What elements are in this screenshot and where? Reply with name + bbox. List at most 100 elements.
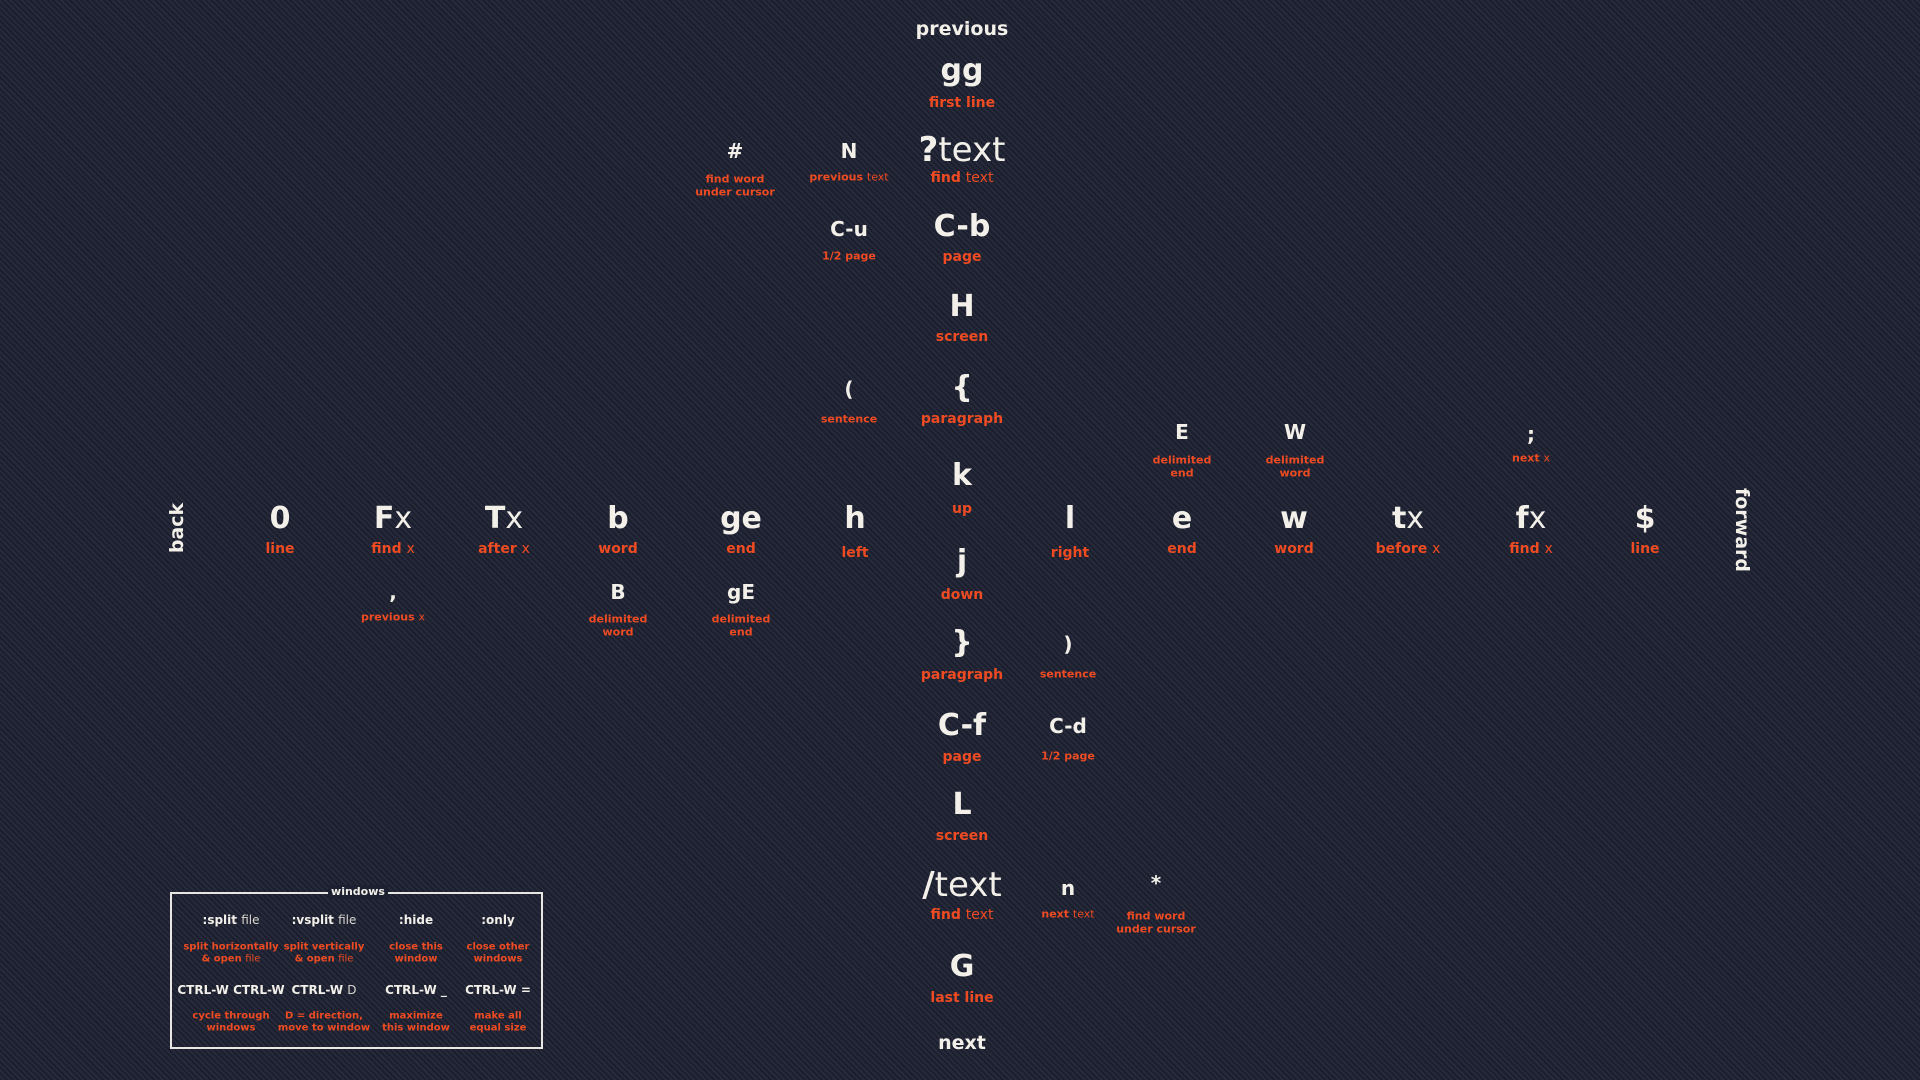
label-star: find word under cursor (1116, 910, 1196, 935)
label-j: down (940, 586, 984, 603)
label-comma: previous x (361, 610, 425, 625)
key-ctrl-d: C-d (1049, 714, 1087, 738)
key-right-brace: } (951, 625, 973, 660)
label-e: end (1167, 540, 1197, 557)
key-ctrl-b: C-b (933, 209, 991, 244)
key-h: h (844, 501, 866, 536)
description-line: D = direction, (285, 1010, 363, 1022)
key-n: n (1060, 876, 1076, 900)
label-line: word (1279, 466, 1311, 479)
key-L: L (952, 787, 972, 822)
windows-command-description: make all equal size (470, 1011, 527, 1034)
key-G: G (949, 949, 975, 984)
windows-command: CTRL-W _ (385, 983, 447, 997)
label-n: next text (1041, 907, 1095, 922)
label-N: previous text (809, 171, 888, 185)
description-line: split vertically (283, 941, 365, 953)
key-part: t (1391, 501, 1407, 536)
label-line: delimited (588, 612, 648, 626)
label-search-forward: find text (931, 907, 994, 923)
key-left-paren: ( (844, 377, 854, 401)
key-N: N (840, 139, 858, 163)
command-text: CTRL-W = (465, 983, 531, 997)
windows-command: CTRL-W CTRL-W (177, 983, 284, 997)
label-line: delimited (711, 612, 771, 626)
label-part: find (930, 169, 961, 186)
windows-command: CTRL-W = (465, 983, 531, 997)
label-E: delimited end (1153, 454, 1212, 479)
key-ge: ge (720, 501, 762, 536)
windows-command: :only (481, 913, 515, 927)
key-f-x: fx (1516, 504, 1547, 534)
label-line: end (729, 625, 753, 638)
windows-command-description: maximize this window (382, 1011, 450, 1034)
key-j: j (956, 544, 968, 579)
label-part-thin: x (418, 610, 425, 624)
label-k: up (952, 500, 972, 517)
label-ctrl-d: 1/2 page (1041, 749, 1095, 763)
label-part-thin: text (965, 169, 994, 186)
label-search-backward: find text (931, 170, 994, 186)
key-part: / (922, 865, 935, 905)
windows-command-description: cycle through windows (192, 1011, 269, 1034)
description-arg: file (338, 953, 354, 964)
description-line: & open (201, 953, 242, 964)
label-line: under cursor (1116, 922, 1196, 935)
label-f-x: find x (1509, 541, 1553, 557)
windows-command-description: close this window (389, 942, 443, 965)
label-L: screen (935, 827, 989, 844)
label-part: next (1041, 907, 1070, 921)
label-gg: first line (928, 94, 996, 111)
key-ctrl-u: C-u (830, 217, 868, 241)
label-T-x: after x (478, 541, 530, 557)
key-gg: gg (940, 53, 984, 88)
key-part: ? (918, 130, 939, 170)
label-part-thin: text (1072, 907, 1095, 921)
description-line: windows (473, 953, 523, 964)
key-part: F (373, 501, 395, 536)
key-B: B (610, 580, 626, 604)
description-arg: file (245, 953, 261, 964)
label-part: find (371, 540, 402, 557)
label-part: before (1375, 540, 1428, 557)
windows-command: CTRL-W D (292, 983, 357, 997)
key-F-x: Fx (374, 504, 412, 534)
key-part-thin: x (1528, 501, 1547, 536)
description-line: equal size (469, 1022, 527, 1033)
windows-command-description: split vertically & open file (284, 942, 365, 965)
label-left-brace: paragraph (920, 410, 1004, 427)
label-ctrl-b: page (942, 248, 982, 265)
label-part-thin: x (1432, 540, 1441, 557)
label-part: find (1509, 540, 1540, 557)
key-semicolon: ; (1527, 422, 1535, 446)
key-hash: # (726, 139, 744, 163)
key-right-paren: ) (1063, 632, 1073, 656)
label-part: next (1511, 451, 1540, 465)
direction-back: back (166, 502, 188, 554)
windows-command-description: close other windows (467, 942, 530, 965)
key-T-x: Tx (485, 504, 523, 534)
label-part: find (930, 906, 961, 923)
key-part-thin: text (938, 130, 1006, 170)
label-line: find word (1126, 909, 1186, 923)
windows-command-description: D = direction, move to window (278, 1011, 370, 1034)
description-line: cycle through (192, 1010, 270, 1022)
label-part-thin: x (1543, 451, 1551, 465)
windows-panel-title: windows (328, 885, 388, 899)
command-arg: file (241, 913, 260, 927)
key-w: w (1280, 501, 1308, 536)
description-line: close this (389, 941, 443, 953)
windows-command-description: split horizontally & open file (183, 942, 278, 965)
command-arg: file (338, 913, 357, 927)
key-zero: 0 (269, 501, 291, 536)
command-text: CTRL-W _ (385, 983, 447, 997)
key-part-thin: text (934, 865, 1002, 905)
command-text: :split (202, 913, 238, 927)
command-text: CTRL-W CTRL-W (177, 983, 285, 997)
label-line: delimited (1265, 453, 1325, 467)
label-line: delimited (1152, 453, 1212, 467)
windows-command: :split file (203, 913, 260, 927)
label-part-thin: x (521, 540, 530, 557)
label-l: right (1050, 544, 1090, 561)
key-e: e (1171, 501, 1193, 536)
